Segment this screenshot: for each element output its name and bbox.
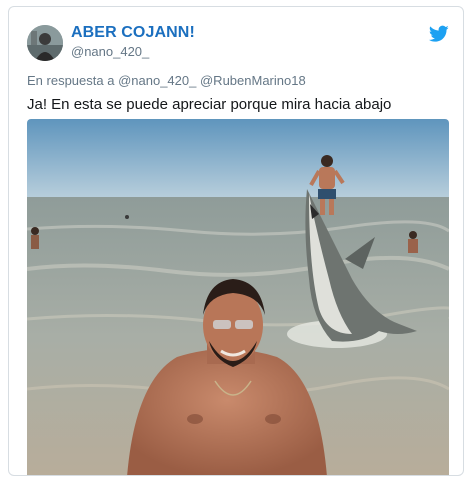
tweet-photo[interactable] <box>27 119 449 475</box>
user-handle[interactable]: @nano_420_ <box>71 44 149 59</box>
avatar-image <box>27 25 63 61</box>
mention-link[interactable]: @RubenMarino18 <box>200 73 306 88</box>
beach-shark-photo <box>27 119 449 475</box>
tweet-text: Ja! En esta se puede apreciar porque mir… <box>27 96 392 113</box>
twitter-bird-icon[interactable] <box>429 25 449 43</box>
tweet-card: ABER COJANN! @nano_420_ En respuesta a @… <box>8 6 464 476</box>
reply-prefix: En respuesta a <box>27 73 115 88</box>
avatar[interactable] <box>27 25 63 61</box>
reply-context: En respuesta a @nano_420_ @RubenMarino18 <box>27 73 306 88</box>
display-name[interactable]: ABER COJANN! <box>71 24 195 42</box>
mention-link[interactable]: @nano_420_ <box>118 73 196 88</box>
